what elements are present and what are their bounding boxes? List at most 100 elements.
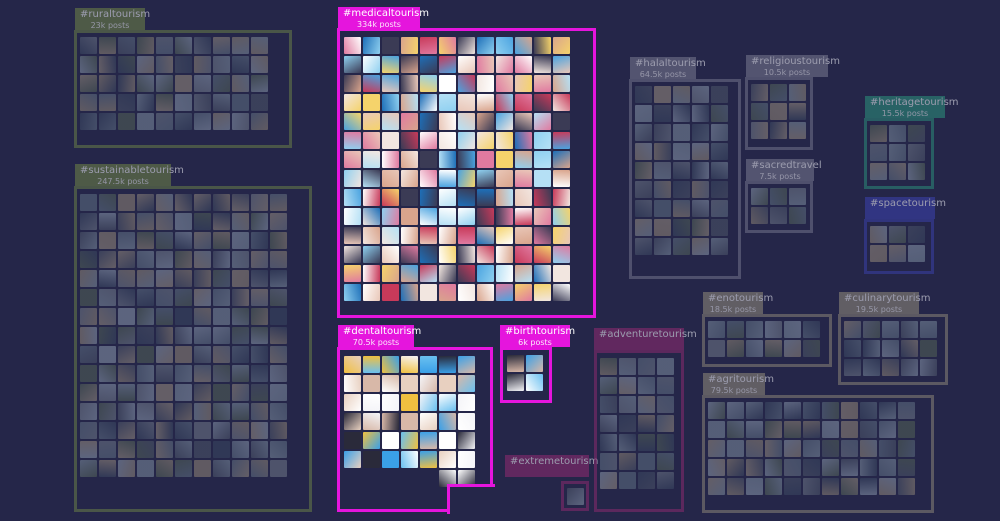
thumbnail[interactable] bbox=[137, 308, 154, 325]
thumbnail[interactable] bbox=[553, 56, 570, 73]
thumbnail[interactable] bbox=[251, 403, 268, 420]
thumbnail[interactable] bbox=[534, 151, 551, 168]
thumbnail[interactable] bbox=[708, 478, 725, 495]
thumbnail[interactable] bbox=[194, 460, 211, 477]
thumbnail[interactable] bbox=[137, 441, 154, 458]
thumbnail[interactable] bbox=[99, 56, 116, 73]
thumbnail[interactable] bbox=[841, 402, 858, 419]
thumbnail[interactable] bbox=[496, 75, 513, 92]
thumbnail[interactable] bbox=[420, 375, 437, 392]
thumbnail[interactable] bbox=[344, 284, 361, 301]
thumbnail[interactable] bbox=[80, 194, 97, 211]
thumbnail[interactable] bbox=[401, 413, 418, 430]
thumbnail[interactable] bbox=[789, 207, 806, 224]
thumbnail[interactable] bbox=[137, 365, 154, 382]
thumbnail[interactable] bbox=[841, 421, 858, 438]
thumbnail[interactable] bbox=[251, 56, 268, 73]
thumbnail[interactable] bbox=[382, 132, 399, 149]
cluster-label[interactable]: #sustainabletourism 247.5k posts bbox=[75, 164, 184, 186]
thumbnail[interactable] bbox=[232, 56, 249, 73]
thumbnail[interactable] bbox=[232, 94, 249, 111]
cluster-label[interactable]: #culinarytourism 19.5k posts bbox=[839, 292, 930, 314]
thumbnail[interactable] bbox=[458, 375, 475, 392]
thumbnail[interactable] bbox=[439, 94, 456, 111]
thumbnail[interactable] bbox=[213, 346, 230, 363]
thumbnail[interactable] bbox=[194, 327, 211, 344]
thumbnail[interactable] bbox=[534, 132, 551, 149]
thumbnail[interactable] bbox=[420, 94, 437, 111]
thumbnail[interactable] bbox=[156, 422, 173, 439]
thumbnail[interactable] bbox=[80, 113, 97, 130]
thumbnail[interactable] bbox=[458, 75, 475, 92]
thumbnail[interactable] bbox=[270, 251, 287, 268]
thumbnail[interactable] bbox=[251, 289, 268, 306]
thumbnail[interactable] bbox=[232, 194, 249, 211]
thumbnail[interactable] bbox=[194, 384, 211, 401]
thumbnail[interactable] bbox=[515, 208, 532, 225]
thumbnail[interactable] bbox=[496, 132, 513, 149]
cluster-spacetourism[interactable]: #spacetourism bbox=[864, 197, 946, 274]
thumbnail[interactable] bbox=[156, 56, 173, 73]
thumbnail[interactable] bbox=[600, 472, 617, 489]
thumbnail[interactable] bbox=[789, 103, 806, 120]
thumbnail[interactable] bbox=[458, 132, 475, 149]
thumbnail[interactable] bbox=[692, 124, 709, 141]
thumbnail[interactable] bbox=[657, 472, 674, 489]
cluster-birthtourism[interactable]: #birthtourism 6k posts bbox=[500, 325, 575, 403]
thumbnail[interactable] bbox=[619, 358, 636, 375]
thumbnail[interactable] bbox=[175, 365, 192, 382]
thumbnail[interactable] bbox=[232, 460, 249, 477]
thumbnail[interactable] bbox=[638, 453, 655, 470]
thumbnail[interactable] bbox=[657, 358, 674, 375]
thumbnail[interactable] bbox=[635, 143, 652, 160]
thumbnail[interactable] bbox=[118, 251, 135, 268]
thumbnail[interactable] bbox=[477, 227, 494, 244]
thumbnail[interactable] bbox=[553, 132, 570, 149]
thumbnail[interactable] bbox=[657, 377, 674, 394]
thumbnail[interactable] bbox=[270, 232, 287, 249]
thumbnail[interactable] bbox=[270, 365, 287, 382]
thumbnail[interactable] bbox=[879, 421, 896, 438]
thumbnail[interactable] bbox=[420, 56, 437, 73]
thumbnail[interactable] bbox=[251, 194, 268, 211]
thumbnail[interactable] bbox=[213, 289, 230, 306]
thumbnail[interactable] bbox=[692, 162, 709, 179]
thumbnail[interactable] bbox=[194, 75, 211, 92]
thumbnail[interactable] bbox=[477, 170, 494, 187]
thumbnail[interactable] bbox=[619, 377, 636, 394]
thumbnail[interactable] bbox=[657, 434, 674, 451]
thumbnail[interactable] bbox=[420, 75, 437, 92]
thumbnail[interactable] bbox=[156, 270, 173, 287]
thumbnail[interactable] bbox=[477, 113, 494, 130]
thumbnail[interactable] bbox=[458, 284, 475, 301]
thumbnail[interactable] bbox=[879, 402, 896, 419]
thumbnail[interactable] bbox=[708, 321, 725, 338]
thumbnail[interactable] bbox=[344, 113, 361, 130]
thumbnail[interactable] bbox=[344, 375, 361, 392]
thumbnail[interactable] bbox=[99, 194, 116, 211]
thumbnail[interactable] bbox=[137, 422, 154, 439]
thumbnail[interactable] bbox=[80, 232, 97, 249]
thumbnail[interactable] bbox=[213, 365, 230, 382]
thumbnail[interactable] bbox=[80, 365, 97, 382]
thumbnail[interactable] bbox=[496, 265, 513, 282]
thumbnail[interactable] bbox=[175, 75, 192, 92]
thumbnail[interactable] bbox=[458, 56, 475, 73]
thumbnail[interactable] bbox=[270, 460, 287, 477]
thumbnail[interactable] bbox=[765, 459, 782, 476]
thumbnail[interactable] bbox=[553, 246, 570, 263]
thumbnail[interactable] bbox=[194, 37, 211, 54]
thumbnail[interactable] bbox=[515, 284, 532, 301]
thumbnail[interactable] bbox=[156, 37, 173, 54]
thumbnail[interactable] bbox=[477, 75, 494, 92]
thumbnail[interactable] bbox=[232, 232, 249, 249]
thumbnail[interactable] bbox=[194, 213, 211, 230]
thumbnail[interactable] bbox=[515, 94, 532, 111]
thumbnail[interactable] bbox=[889, 226, 906, 243]
thumbnail[interactable] bbox=[600, 453, 617, 470]
thumbnail[interactable] bbox=[784, 459, 801, 476]
thumbnail[interactable] bbox=[692, 143, 709, 160]
thumbnail[interactable] bbox=[213, 308, 230, 325]
thumbnail[interactable] bbox=[654, 105, 671, 122]
thumbnail[interactable] bbox=[784, 421, 801, 438]
